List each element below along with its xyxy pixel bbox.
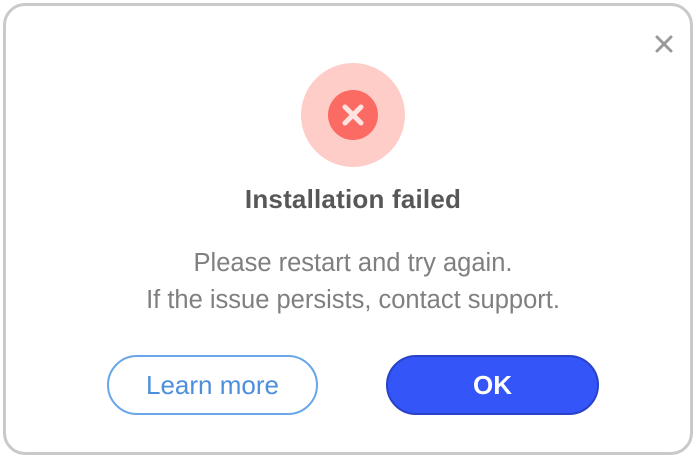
close-icon [655, 35, 673, 53]
message-line-1: Please restart and try again. [193, 249, 513, 277]
dialog-message: Please restart and try again. If the iss… [3, 245, 700, 319]
close-button[interactable] [652, 32, 676, 56]
dialog-title: Installation failed [244, 184, 462, 214]
ok-button[interactable]: OK [386, 355, 599, 415]
error-status-indicator [301, 63, 405, 167]
ok-label: OK [473, 369, 512, 400]
learn-more-button[interactable]: Learn more [107, 355, 318, 415]
error-icon-badge [328, 90, 378, 140]
error-x-icon [342, 104, 364, 126]
error-dialog: Installation failed Please restart and t… [3, 3, 693, 455]
message-line-2: If the issue persists, contact support. [146, 286, 560, 314]
learn-more-label: Learn more [146, 369, 279, 400]
